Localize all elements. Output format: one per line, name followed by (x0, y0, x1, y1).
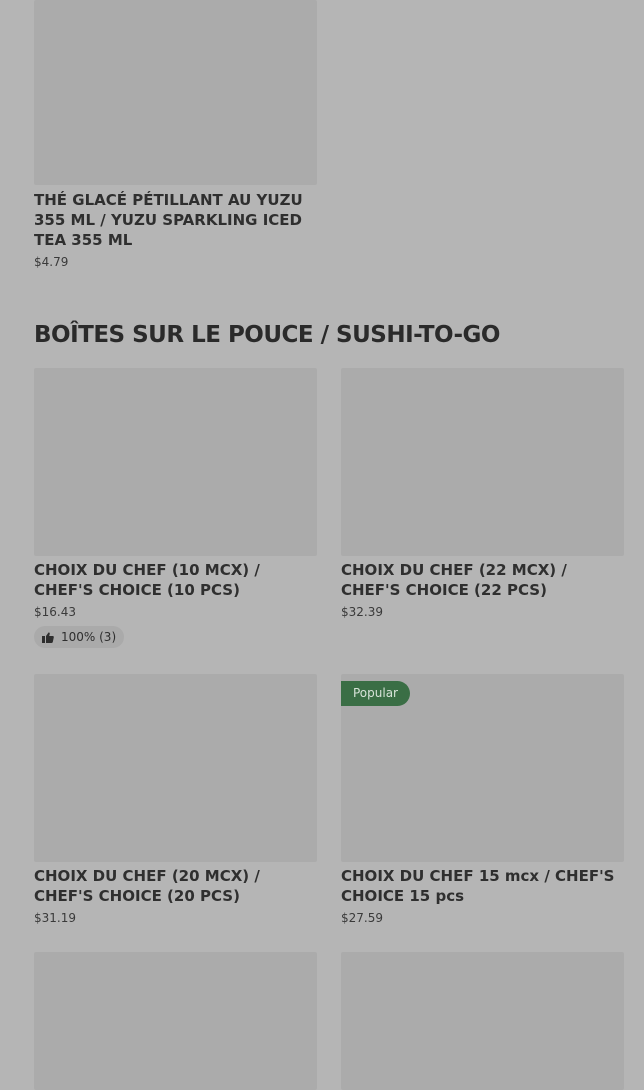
product-image-chef-choice-20[interactable] (34, 674, 317, 862)
product-image-next-left[interactable] (34, 952, 317, 1090)
rating-badge: 100% (3) (34, 626, 125, 648)
rating-value: 100% (3) (61, 630, 117, 644)
product-image-chef-choice-10[interactable] (34, 368, 317, 556)
product-price-chef-choice-22: $32.39 (341, 605, 383, 619)
product-price-chef-choice-10: $16.43 (34, 605, 76, 619)
menu-page: THÉ GLACÉ PÉTILLANT AU YUZU 355 ML / YUZ… (0, 0, 644, 1090)
product-price-yuzu-tea: $4.79 (34, 255, 69, 269)
product-title-yuzu-tea[interactable]: THÉ GLACÉ PÉTILLANT AU YUZU 355 ML / YUZ… (34, 190, 324, 250)
section-title: BOÎTES SUR LE POUCE / SUSHI-TO-GO (34, 322, 500, 348)
product-price-chef-choice-20: $31.19 (34, 911, 76, 925)
product-image-next-right[interactable] (341, 952, 624, 1090)
product-image-chef-choice-22[interactable] (341, 368, 624, 556)
thumbs-up-icon (42, 631, 54, 643)
product-title-chef-choice-10[interactable]: CHOIX DU CHEF (10 MCX) / CHEF'S CHOICE (… (34, 560, 317, 600)
product-price-chef-choice-15: $27.59 (341, 911, 383, 925)
popular-badge: Popular (341, 681, 410, 706)
product-title-chef-choice-20[interactable]: CHOIX DU CHEF (20 MCX) / CHEF'S CHOICE (… (34, 866, 317, 906)
product-image-yuzu-tea[interactable] (34, 0, 317, 185)
product-title-chef-choice-15[interactable]: CHOIX DU CHEF 15 mcx / CHEF'S CHOICE 15 … (341, 866, 624, 906)
product-title-chef-choice-22[interactable]: CHOIX DU CHEF (22 MCX) / CHEF'S CHOICE (… (341, 560, 624, 600)
